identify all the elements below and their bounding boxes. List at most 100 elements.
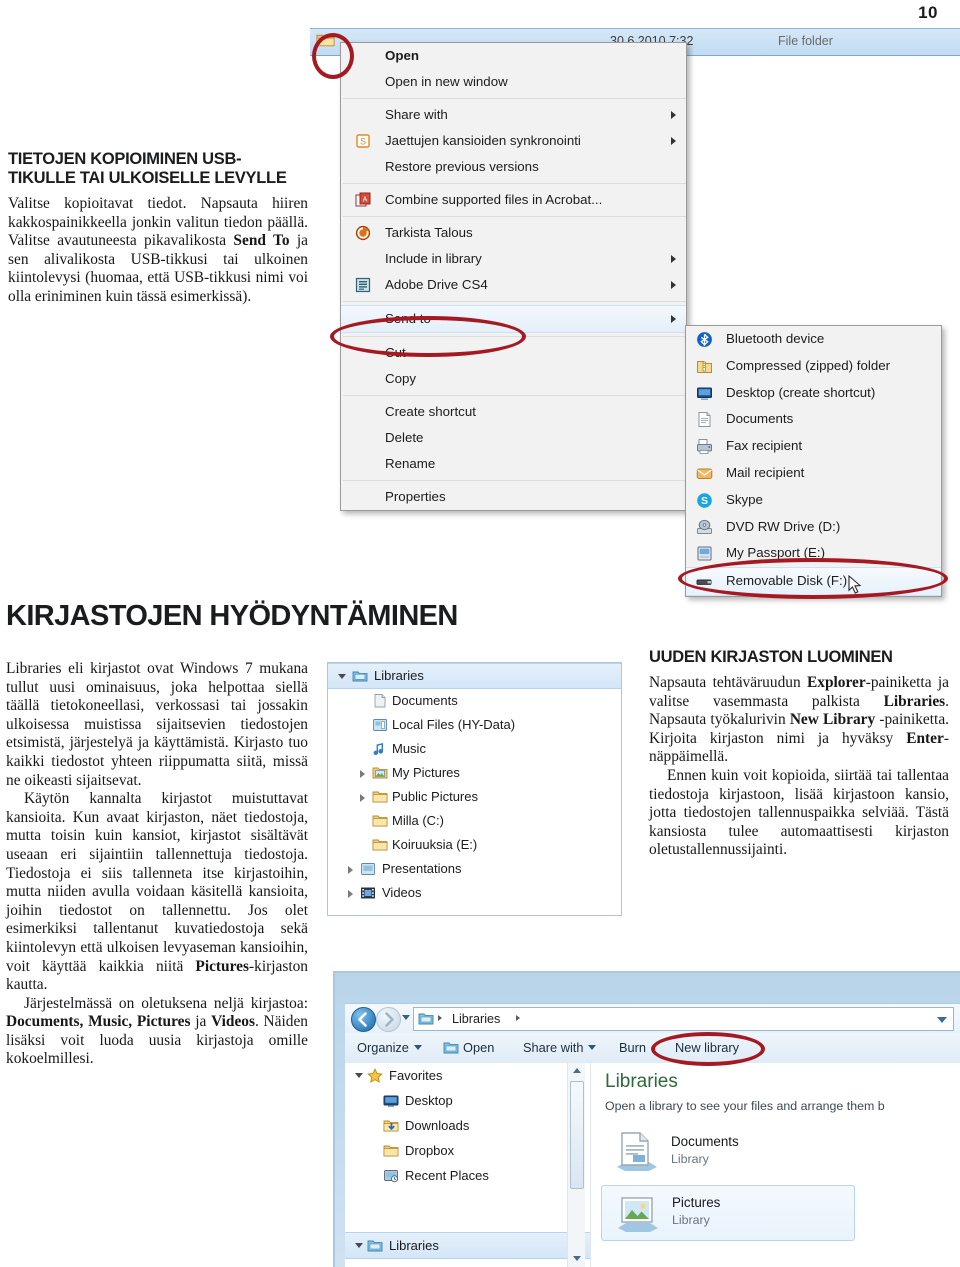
twisty-closed-icon[interactable] bbox=[348, 890, 353, 898]
toolbar-organize-button[interactable]: Organize bbox=[357, 1040, 422, 1055]
page-title: KIRJASTOJEN HYÖDYNTÄMINEN bbox=[6, 600, 458, 632]
nav-item-downloads[interactable]: Downloads bbox=[345, 1113, 590, 1138]
recent-pages-chevron-icon[interactable] bbox=[402, 1015, 410, 1020]
tree-item-videos[interactable]: Videos bbox=[328, 881, 621, 905]
tree-label: Videos bbox=[382, 885, 422, 900]
sync-icon: S bbox=[356, 134, 370, 148]
nav-item-dropbox[interactable]: Dropbox bbox=[345, 1138, 590, 1163]
tree-item-local-files[interactable]: Local Files (HY-Data) bbox=[328, 713, 621, 737]
twisty-open-icon[interactable] bbox=[355, 1073, 363, 1078]
explorer-body: Favorites Desktop Downloads Dropbox Rece… bbox=[345, 1063, 960, 1267]
tree-item-documents[interactable]: Documents bbox=[328, 689, 621, 713]
library-tile-pictures[interactable]: Pictures Library bbox=[601, 1185, 855, 1241]
tree-label: Music bbox=[392, 741, 426, 756]
nav-label: Dropbox bbox=[405, 1143, 455, 1158]
menu-label: Include in library bbox=[385, 251, 482, 266]
context-menu[interactable]: Open Open in new window Share with S Jae… bbox=[340, 42, 687, 511]
content-heading: Libraries bbox=[605, 1071, 678, 1092]
scroll-down-icon[interactable] bbox=[573, 1256, 581, 1261]
screenshot-libraries-tree: Libraries Documents Local Files (HY-Data… bbox=[327, 662, 622, 916]
submenu-item-bluetooth-device[interactable]: Bluetooth device bbox=[686, 326, 941, 353]
twisty-closed-icon[interactable] bbox=[348, 866, 353, 874]
submenu-item-fax-recipient[interactable]: Fax recipient bbox=[686, 433, 941, 460]
libraries-paragraph-3: Järjestelmässä on oletuksena neljä kirja… bbox=[6, 995, 308, 1069]
tree-label: Milla (C:) bbox=[392, 813, 444, 828]
menu-label: Adobe Drive CS4 bbox=[385, 277, 488, 292]
menu-item-copy[interactable]: Copy bbox=[341, 366, 686, 392]
hard-drive-icon bbox=[697, 546, 712, 561]
menu-separator bbox=[343, 480, 686, 481]
menu-item-share-with[interactable]: Share with bbox=[341, 102, 686, 128]
menu-label: Copy bbox=[385, 371, 417, 386]
menu-label: Rename bbox=[385, 456, 436, 471]
menu-item-create-shortcut[interactable]: Create shortcut bbox=[341, 399, 686, 425]
back-button[interactable] bbox=[351, 1007, 376, 1032]
submenu-item-mail-recipient[interactable]: Mail recipient bbox=[686, 460, 941, 487]
nav-item-recent-places[interactable]: Recent Places bbox=[345, 1163, 590, 1188]
twisty-closed-icon[interactable] bbox=[360, 794, 365, 802]
menu-item-rename[interactable]: Rename bbox=[341, 451, 686, 477]
address-dropdown-icon[interactable] bbox=[937, 1017, 947, 1023]
tree-label: Public Pictures bbox=[392, 789, 478, 804]
network-folder-icon bbox=[373, 719, 387, 731]
submenu-item-my-passport[interactable]: My Passport (E:) bbox=[686, 540, 941, 567]
twisty-closed-icon[interactable] bbox=[360, 770, 365, 778]
menu-item-adobe-drive-cs4[interactable]: Adobe Drive CS4 bbox=[341, 272, 686, 298]
submenu-item-removable-disk[interactable]: Removable Disk (F:) bbox=[686, 567, 941, 596]
menu-item-send-to[interactable]: Send to bbox=[341, 305, 686, 333]
tree-item-libraries[interactable]: Libraries bbox=[328, 663, 621, 689]
library-tile-name: Documents bbox=[671, 1134, 739, 1149]
twisty-open-icon[interactable] bbox=[355, 1243, 363, 1248]
chevron-right-icon bbox=[671, 255, 676, 263]
menu-item-properties[interactable]: Properties bbox=[341, 484, 686, 510]
mouse-cursor-icon bbox=[848, 575, 862, 594]
submenu-label: Desktop (create shortcut) bbox=[726, 384, 876, 400]
toolbar-share-with-button[interactable]: Share with bbox=[523, 1040, 597, 1055]
scroll-up-icon[interactable] bbox=[573, 1068, 581, 1073]
menu-item-delete[interactable]: Delete bbox=[341, 425, 686, 451]
toolbar-burn-button[interactable]: Burn bbox=[619, 1040, 646, 1055]
nav-item-libraries[interactable]: Libraries bbox=[345, 1232, 590, 1259]
menu-item-tarkista-talous[interactable]: Tarkista Talous bbox=[341, 220, 686, 246]
documents-icon bbox=[698, 412, 711, 428]
tree-item-milla-c[interactable]: Milla (C:) bbox=[328, 809, 621, 833]
menu-separator bbox=[343, 183, 686, 184]
menu-item-include-in-library[interactable]: Include in library bbox=[341, 246, 686, 272]
submenu-item-skype[interactable]: S Skype bbox=[686, 487, 941, 514]
menu-label: Restore previous versions bbox=[385, 159, 539, 174]
libraries-icon bbox=[352, 671, 368, 682]
nav-item-desktop[interactable]: Desktop bbox=[345, 1088, 590, 1113]
open-folder-icon bbox=[443, 1042, 459, 1054]
tree-item-public-pictures[interactable]: Public Pictures bbox=[328, 785, 621, 809]
submenu-item-desktop-shortcut[interactable]: Desktop (create shortcut) bbox=[686, 380, 941, 407]
menu-item-open-new-window[interactable]: Open in new window bbox=[341, 69, 686, 95]
nav-pane-scrollbar[interactable] bbox=[567, 1063, 585, 1267]
menu-item-combine-in-acrobat[interactable]: A Combine supported files in Acrobat... bbox=[341, 187, 686, 213]
tree-item-koiruuksia-e[interactable]: Koiruuksia (E:) bbox=[328, 833, 621, 857]
nav-label: Desktop bbox=[405, 1093, 453, 1108]
menu-item-folder-sync[interactable]: S Jaettujen kansioiden synkronointi bbox=[341, 128, 686, 154]
submenu-item-documents[interactable]: Documents bbox=[686, 406, 941, 433]
forward-button[interactable] bbox=[376, 1007, 401, 1032]
breadcrumb-libraries[interactable]: Libraries bbox=[452, 1008, 500, 1030]
submenu-item-compressed-folder[interactable]: Compressed (zipped) folder bbox=[686, 353, 941, 380]
address-breadcrumb-box[interactable]: Libraries bbox=[413, 1007, 954, 1031]
menu-item-restore-previous-versions[interactable]: Restore previous versions bbox=[341, 154, 686, 180]
send-to-submenu[interactable]: Bluetooth device Compressed (zipped) fol… bbox=[685, 325, 942, 597]
tree-item-presentations[interactable]: Presentations bbox=[328, 857, 621, 881]
menu-item-cut[interactable]: Cut bbox=[341, 340, 686, 366]
menu-item-open[interactable]: Open bbox=[341, 43, 686, 69]
twisty-open-icon[interactable] bbox=[338, 674, 346, 679]
submenu-item-dvd-rw-drive[interactable]: DVD RW Drive (D:) bbox=[686, 514, 941, 541]
bluetooth-icon bbox=[697, 332, 712, 347]
scrollbar-thumb[interactable] bbox=[570, 1081, 584, 1189]
tree-item-music[interactable]: Music bbox=[328, 737, 621, 761]
toolbar-open-button[interactable]: Open bbox=[463, 1040, 494, 1055]
toolbar-new-library-button[interactable]: New library bbox=[675, 1040, 739, 1055]
tree-item-my-pictures[interactable]: My Pictures bbox=[328, 761, 621, 785]
article-usb-heading: TIETOJEN KOPIOIMINEN USB-TIKULLE TAI ULK… bbox=[8, 150, 287, 187]
library-tile-documents[interactable]: Documents Library bbox=[601, 1125, 853, 1179]
nav-item-favorites[interactable]: Favorites bbox=[345, 1063, 590, 1088]
menu-label: Share with bbox=[385, 107, 448, 122]
page-number: 10 bbox=[918, 3, 938, 22]
